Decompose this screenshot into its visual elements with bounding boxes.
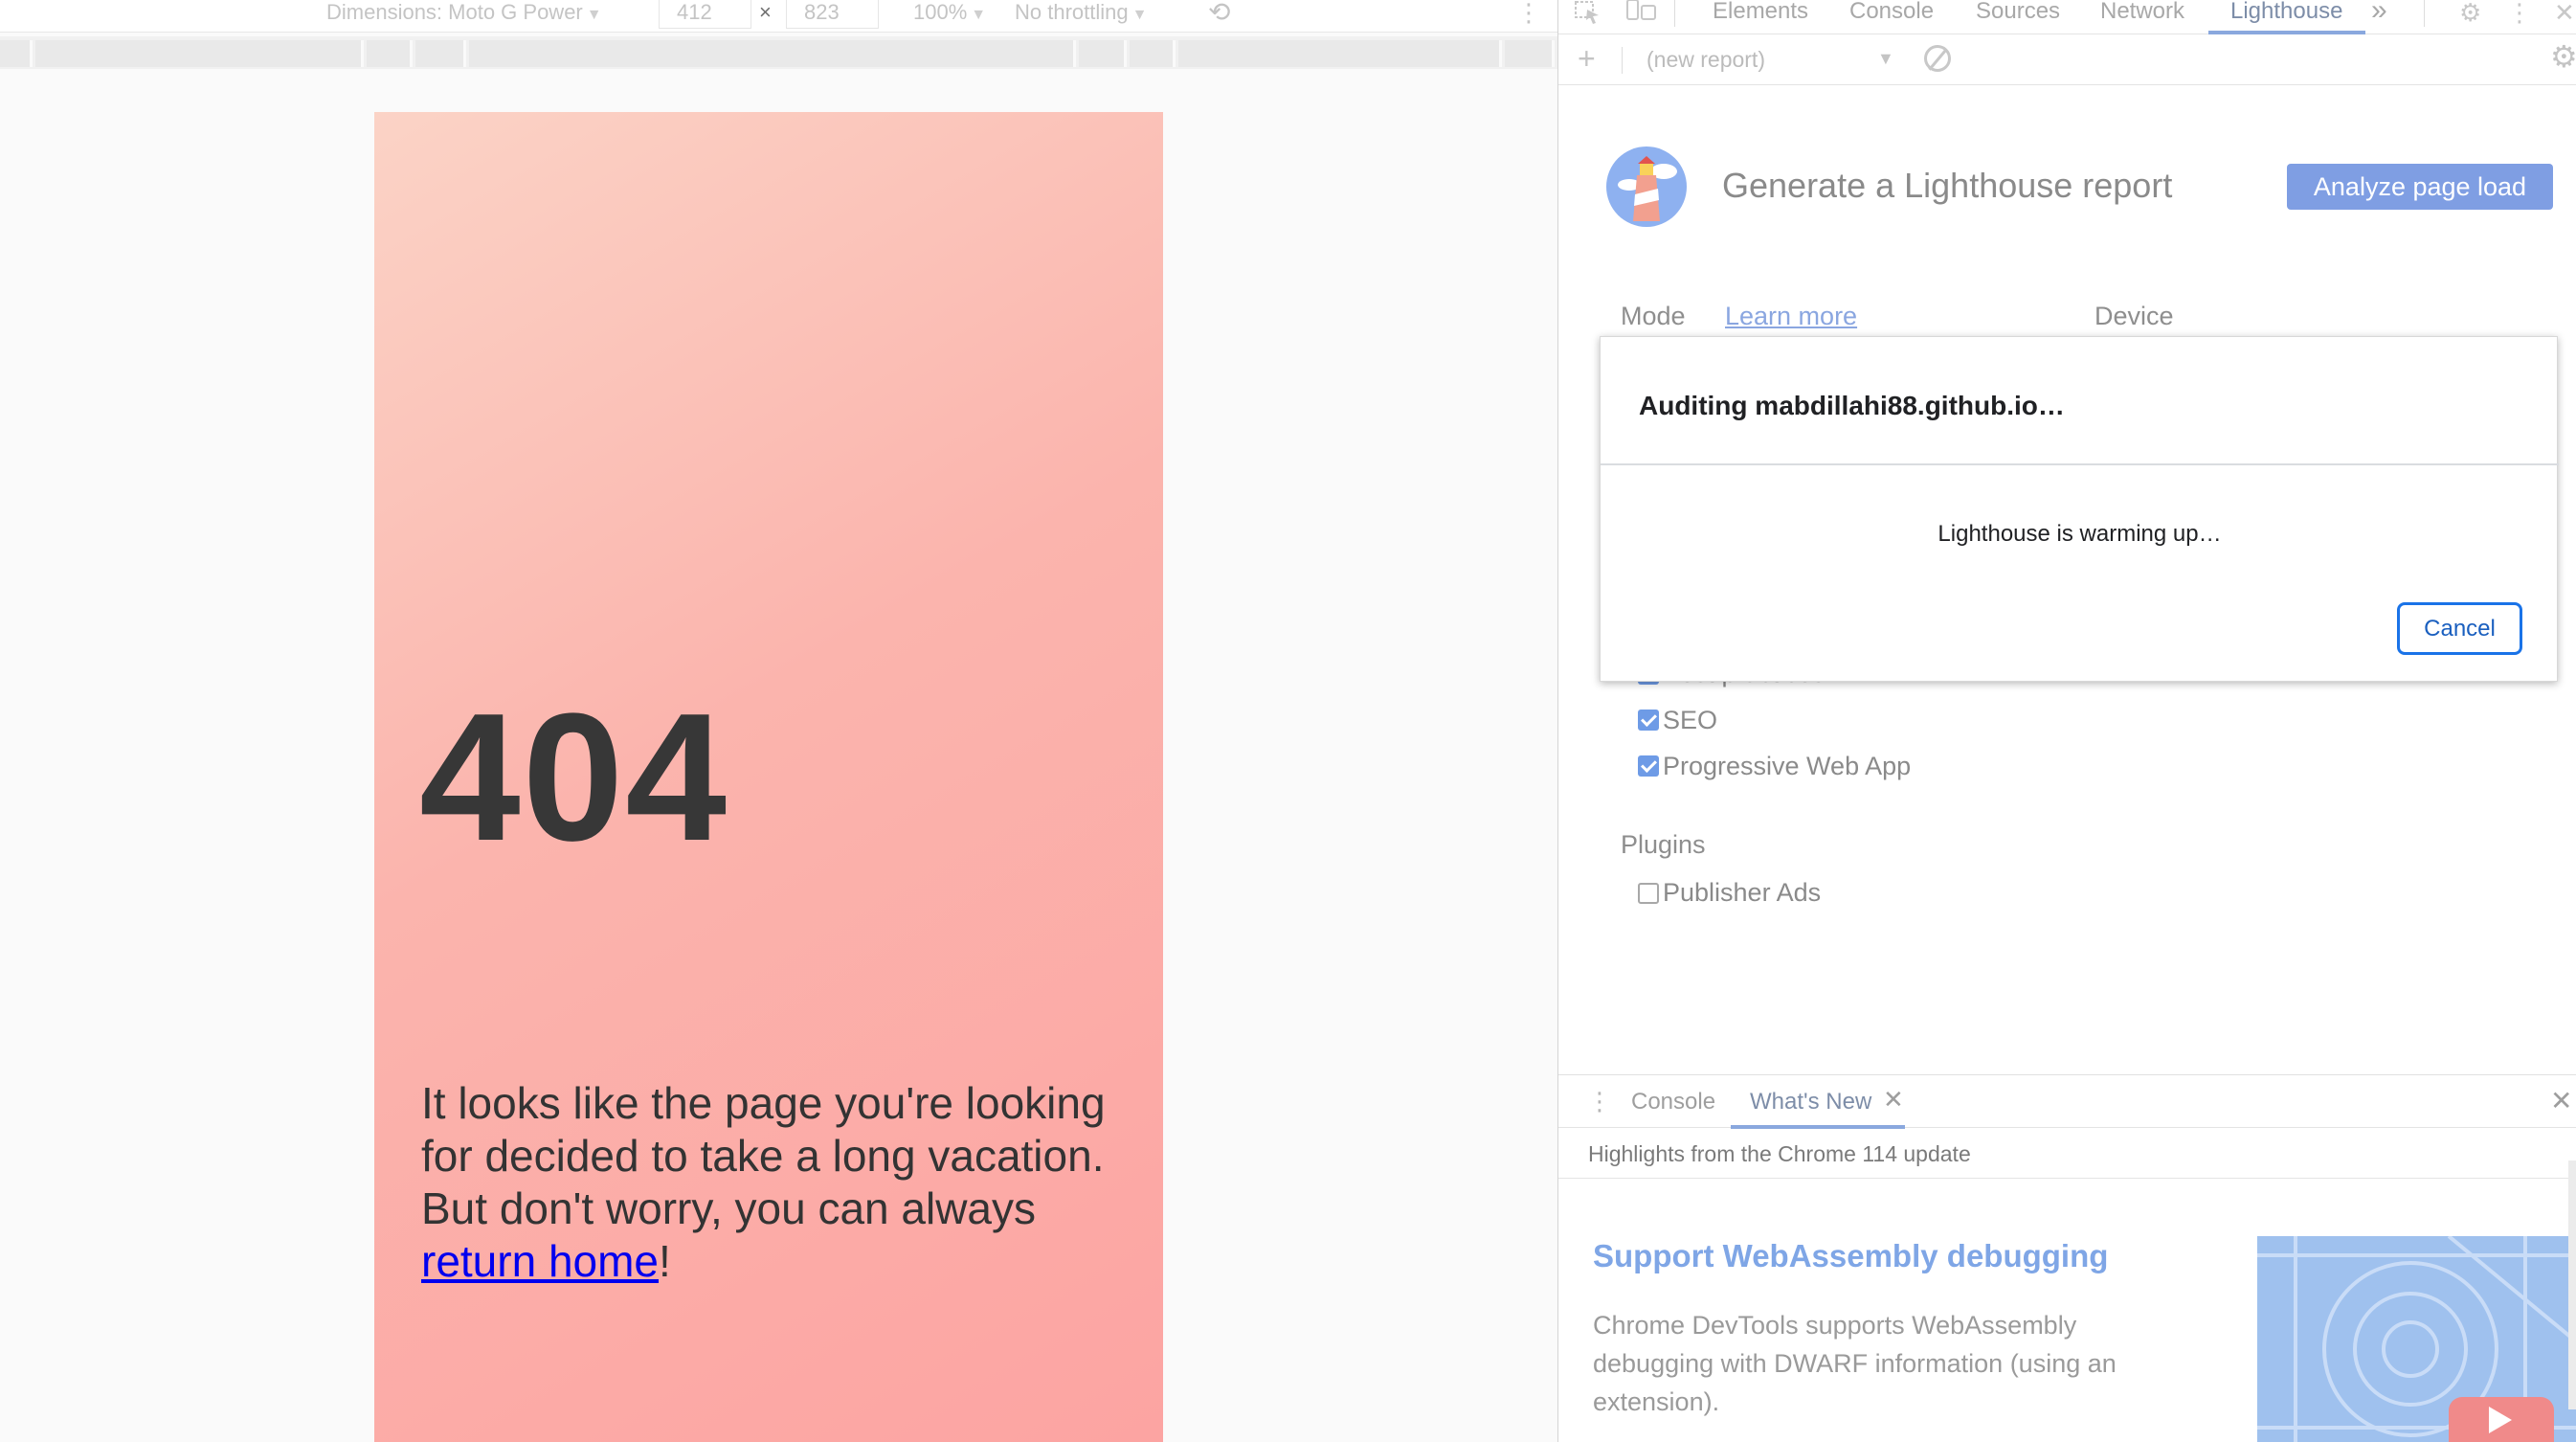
tab-network[interactable]: Network (2100, 0, 2184, 34)
lighthouse-settings-icon[interactable]: ⚙ (2550, 41, 2576, 72)
seo-label: SEO (1663, 706, 1718, 734)
height-input[interactable]: 823 (786, 0, 879, 29)
whats-new-highlights: Highlights from the Chrome 114 update (1558, 1129, 2576, 1179)
analyze-page-load-button[interactable]: Analyze page load (2287, 164, 2553, 210)
settings-gear-icon[interactable]: ⚙ (2459, 0, 2481, 25)
message-end: ! (659, 1236, 671, 1286)
pwa-label: Progressive Web App (1663, 752, 1912, 780)
auditing-dialog: Auditing mabdillahi88.github.io… Lightho… (1600, 336, 2559, 682)
device-emulation-pane: Dimensions: Moto G Power ▼ 412 × 823 100%… (0, 0, 1557, 1442)
chevron-down-icon: ▼ (586, 7, 602, 23)
ruler-segment[interactable] (415, 40, 466, 67)
divider (1674, 0, 1675, 27)
times-symbol: × (759, 0, 772, 24)
dimensions-label: Dimensions: Moto G Power (326, 0, 583, 24)
lighthouse-logo-icon (1606, 146, 1687, 227)
dialog-title: Auditing mabdillahi88.github.io… (1639, 391, 2065, 420)
chevron-down-icon: ▼ (971, 7, 987, 23)
device-label: Device (2094, 302, 2174, 330)
return-home-link[interactable]: return home (421, 1236, 659, 1286)
dialog-divider (1601, 463, 2559, 465)
chevron-down-icon: ▼ (1131, 7, 1148, 23)
width-input[interactable]: 412 (659, 0, 751, 29)
drawer-tab-whats-new[interactable]: What's New (1750, 1089, 1871, 1115)
drawer-menu-icon[interactable]: ⋮ (1587, 1087, 1612, 1115)
message-text: It looks like the page you're looking fo… (421, 1078, 1106, 1233)
tab-console[interactable]: Console (1849, 0, 1934, 34)
throttling-label: No throttling (1015, 0, 1129, 24)
divider (1622, 47, 1623, 74)
ruler-segment[interactable] (367, 40, 413, 67)
drawer-tab-console[interactable]: Console (1631, 1089, 1715, 1115)
error-code-heading: 404 (419, 676, 729, 879)
learn-more-link[interactable]: Learn more (1725, 302, 1857, 331)
pwa-checkbox[interactable] (1638, 755, 1659, 777)
plugins-label: Plugins (1621, 830, 1706, 859)
device-toggle-icon[interactable] (1625, 0, 1658, 29)
ruler-segment[interactable] (1130, 40, 1176, 67)
ruler-segment[interactable] (1178, 40, 1502, 67)
ruler-segment[interactable] (1505, 40, 1555, 67)
publisher-ads-checkbox[interactable] (1638, 883, 1659, 904)
more-options-icon[interactable]: ⋮ (1516, 0, 1541, 29)
add-report-icon[interactable]: + (1578, 43, 1596, 74)
zoom-select[interactable]: 100% ▼ (913, 0, 986, 29)
error-message: It looks like the page you're looking fo… (421, 1077, 1149, 1288)
zoom-label: 100% (913, 0, 968, 24)
rotate-icon[interactable]: ⟲ (1208, 0, 1230, 29)
tab-lighthouse[interactable]: Lighthouse (2230, 0, 2342, 34)
more-options-icon[interactable]: ⋮ (2507, 0, 2532, 25)
publisher-ads-label: Publisher Ads (1663, 878, 1822, 907)
feature-description: Chrome DevTools supports WebAssembly deb… (1593, 1311, 2117, 1416)
throttling-select[interactable]: No throttling ▼ (1015, 0, 1147, 29)
mode-label: Mode (1621, 302, 1686, 330)
close-drawer-icon[interactable]: ✕ (2550, 1085, 2572, 1116)
lighthouse-title: Generate a Lighthouse report (1722, 166, 2173, 205)
drawer-tabbar: ⋮ Console What's New ✕ ✕ (1558, 1074, 2576, 1129)
cancel-button[interactable]: Cancel (2397, 602, 2522, 655)
media-query-ruler (0, 36, 1557, 69)
clear-reports-icon[interactable] (1924, 45, 1951, 72)
ruler-segment[interactable] (469, 40, 1076, 67)
active-tab-indicator (2208, 31, 2365, 34)
feature-title-link[interactable]: Support WebAssembly debugging (1593, 1238, 2108, 1274)
chevron-down-icon[interactable]: ▼ (1877, 49, 1894, 69)
ruler-segment[interactable] (0, 40, 33, 67)
tab-sources[interactable]: Sources (1976, 0, 2060, 34)
page-viewport: 404 It looks like the page you're lookin… (374, 112, 1163, 1442)
dimensions-select[interactable]: Dimensions: Moto G Power ▼ (326, 0, 602, 29)
devtools-panel: Elements Console Sources Network Lightho… (1558, 0, 2576, 1442)
tab-elements[interactable]: Elements (1713, 0, 1808, 34)
close-icon[interactable]: ✕ (2554, 0, 2575, 25)
close-tab-icon[interactable]: ✕ (1883, 1085, 1904, 1115)
feature-video-thumbnail[interactable] (2257, 1236, 2576, 1442)
seo-checkbox[interactable] (1638, 710, 1659, 731)
lighthouse-report-bar: + (new report) ▼ ⚙ (1558, 35, 2576, 85)
more-tabs-icon[interactable]: » (2371, 0, 2387, 34)
ruler-segment[interactable] (1079, 40, 1127, 67)
inspect-element-icon[interactable] (1574, 0, 1602, 29)
drawer-scrollbar[interactable] (2568, 1160, 2576, 1409)
device-toolbar: Dimensions: Moto G Power ▼ 412 × 823 100%… (0, 0, 1557, 33)
devtools-tabbar: Elements Console Sources Network Lightho… (1558, 0, 2576, 34)
ruler-segment[interactable] (35, 40, 364, 67)
screen: Dimensions: Moto G Power ▼ 412 × 823 100%… (0, 0, 2576, 1442)
divider (2424, 0, 2425, 27)
dialog-status: Lighthouse is warming up… (1938, 521, 2222, 547)
report-select[interactable]: (new report) (1646, 47, 1765, 73)
